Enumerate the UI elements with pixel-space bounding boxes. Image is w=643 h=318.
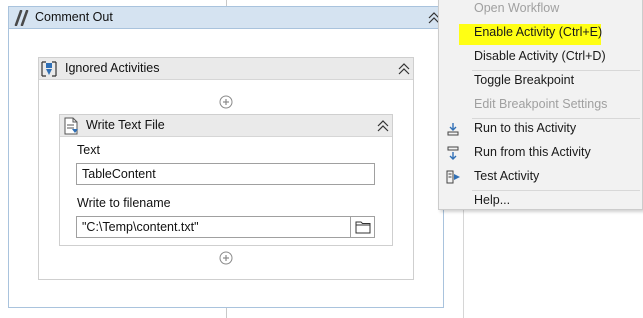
menu-item-disable-activity[interactable]: Disable Activity (Ctrl+D)	[439, 45, 642, 69]
collapse-write-text-file-icon[interactable]	[376, 119, 390, 133]
folder-icon	[355, 221, 371, 234]
connector-line-bottom	[226, 308, 227, 318]
collapse-ignored-activities-icon[interactable]	[397, 62, 411, 76]
text-field-label: Text	[77, 143, 100, 157]
menu-item-help[interactable]: Help...	[439, 189, 642, 213]
write-text-file-icon	[64, 117, 78, 135]
comment-out-icon	[14, 10, 29, 26]
menu-item-run-from-activity[interactable]: Run from this Activity	[439, 141, 642, 165]
text-input[interactable]	[76, 163, 375, 185]
write-text-file-title: Write Text File	[86, 118, 165, 132]
comment-out-title: Comment Out	[35, 10, 113, 24]
add-activity-top-icon[interactable]	[219, 95, 233, 109]
menu-item-run-to-activity[interactable]: Run to this Activity	[439, 117, 642, 141]
menu-item-open-workflow[interactable]: Open Workflow	[439, 0, 642, 21]
menu-item-toggle-breakpoint[interactable]: Toggle Breakpoint	[439, 69, 642, 93]
sequence-icon	[41, 61, 57, 77]
comment-out-header[interactable]: Comment Out	[9, 7, 443, 29]
run-to-activity-icon	[447, 123, 459, 136]
filename-input[interactable]	[76, 216, 351, 238]
test-activity-icon	[446, 170, 460, 184]
run-from-activity-icon	[447, 146, 459, 160]
ignored-activities-title: Ignored Activities	[65, 61, 160, 75]
filename-field-label: Write to filename	[77, 196, 171, 210]
browse-file-button[interactable]	[350, 216, 375, 238]
menu-item-test-activity[interactable]: Test Activity	[439, 165, 642, 189]
add-activity-bottom-icon[interactable]	[219, 251, 233, 265]
write-text-file-header[interactable]: Write Text File	[60, 115, 392, 137]
context-menu: Open Workflow Enable Activity (Ctrl+E) D…	[438, 0, 643, 210]
menu-item-enable-activity[interactable]: Enable Activity (Ctrl+E)	[439, 21, 642, 45]
menu-item-edit-breakpoint-settings[interactable]: Edit Breakpoint Settings	[439, 93, 642, 117]
ignored-activities-header[interactable]: Ignored Activities	[39, 58, 413, 80]
